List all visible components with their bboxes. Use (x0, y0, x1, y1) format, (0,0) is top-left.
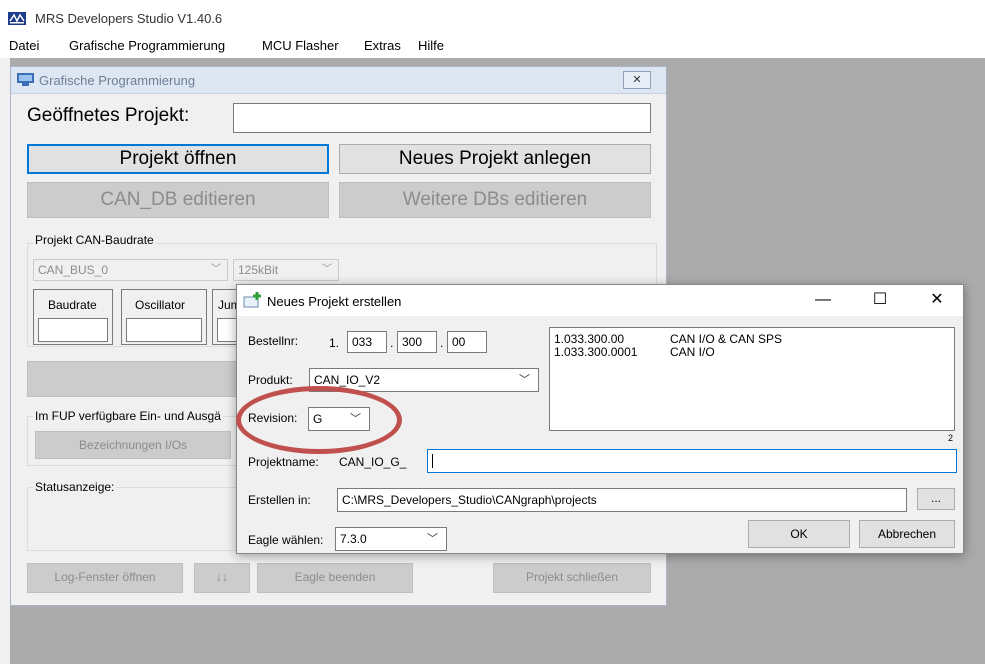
order-part2-input[interactable]: 300 (397, 331, 437, 353)
menu-datei[interactable]: Datei (9, 38, 39, 53)
oscillator-box: Oscillator (121, 289, 207, 345)
baudrate-combo-value: 125kBit (238, 263, 279, 277)
baudrate-value-field[interactable] (38, 318, 108, 342)
menu-hilfe[interactable]: Hilfe (418, 38, 444, 53)
workspace-left-edge (0, 58, 10, 664)
dialog-titlebar: Neues Projekt erstellen — ☐ ✕ (237, 285, 963, 316)
edit-more-dbs-button[interactable]: Weitere DBs editieren (339, 182, 651, 218)
text-cursor (432, 453, 433, 468)
product-combo-value: CAN_IO_V2 (314, 373, 381, 387)
open-project-button[interactable]: Projekt öffnen (27, 144, 329, 174)
menu-extras[interactable]: Extras (364, 38, 401, 53)
can-baudrate-group-title: Projekt CAN-Baudrate (33, 233, 156, 247)
create-in-label: Erstellen in: (248, 493, 311, 507)
list-item-code: 1.033.300.00 (554, 332, 625, 346)
eagle-version-value: 7.3.0 (340, 532, 367, 546)
list-item-code: 1.033.300.0001 (554, 345, 638, 359)
list-item-desc: CAN I/O (670, 345, 715, 359)
menu-grafische-programmierung[interactable]: Grafische Programmierung (69, 38, 225, 53)
order-number-label: Bestellnr: (248, 334, 299, 348)
baudrate-box-label: Baudrate (48, 298, 97, 312)
menu-mcu-flasher[interactable]: MCU Flasher (262, 38, 339, 53)
product-listbox[interactable]: 1.033.300.00 CAN I/O & CAN SPS 1.033.300… (549, 327, 955, 431)
io-group-title: Im FUP verfügbare Ein- und Ausgä (33, 409, 223, 423)
list-count: 2 (948, 433, 954, 443)
browse-button[interactable]: ... (917, 488, 955, 510)
window-app-icon (17, 73, 34, 86)
close-project-button[interactable]: Projekt schließen (493, 563, 651, 593)
close-icon[interactable]: ✕ (917, 289, 957, 311)
chevron-down-icon: ﹀ (427, 533, 438, 545)
quit-eagle-button[interactable]: Eagle beenden (257, 563, 413, 593)
project-name-prefix: CAN_IO_G_ (339, 455, 407, 469)
project-name-label: Projektname: (248, 455, 319, 469)
project-name-input[interactable] (427, 449, 957, 473)
can-bus-combo-value: CAN_BUS_0 (38, 263, 109, 277)
cancel-button[interactable]: Abbrechen (859, 520, 955, 548)
edit-can-db-button[interactable]: CAN_DB editieren (27, 182, 329, 218)
can-bus-combo[interactable]: CAN_BUS_0 ﹀ (33, 259, 228, 281)
order-part3-input[interactable]: 00 (447, 331, 487, 353)
baudrate-combo[interactable]: 125kBit ﹀ (233, 259, 339, 281)
app-menubar: Datei Grafische Programmierung MCU Flash… (0, 34, 985, 58)
highlight-circle (236, 386, 402, 454)
ok-button[interactable]: OK (748, 520, 850, 548)
eagle-version-combo[interactable]: 7.3.0 ﹀ (335, 527, 447, 551)
maximize-icon[interactable]: ☐ (860, 289, 900, 311)
order-dot-2: . (440, 336, 444, 350)
app-titlebar: MRS Developers Studio V1.40.6 (0, 0, 985, 34)
order-prefix: 1. (329, 336, 340, 350)
close-icon[interactable]: ✕ (623, 71, 651, 89)
open-log-button[interactable]: Log-Fenster öffnen (27, 563, 183, 593)
opened-project-field[interactable] (233, 103, 651, 133)
chevron-down-icon: ﹀ (322, 264, 332, 275)
order-part1-input[interactable]: 033 (347, 331, 387, 353)
inner-window-title: Grafische Programmierung (39, 73, 196, 88)
product-label: Produkt: (248, 373, 293, 387)
order-dot-1: . (390, 336, 394, 350)
oscillator-box-label: Oscillator (135, 298, 186, 312)
eagle-label: Eagle wählen: (248, 533, 324, 547)
opened-project-label: Geöffnetes Projekt: (27, 105, 190, 126)
app-title: MRS Developers Studio V1.40.6 (35, 11, 223, 26)
oscillator-value-field[interactable] (126, 318, 202, 342)
new-project-icon (243, 292, 261, 308)
app-logo-icon (8, 12, 26, 25)
status-group-title: Statusanzeige: (33, 480, 117, 494)
chevron-down-icon: ﹀ (519, 374, 530, 386)
create-in-path-input[interactable]: C:\MRS_Developers_Studio\CANgraph\projec… (337, 488, 907, 512)
io-names-button[interactable]: Bezeichnungen I/Os (35, 431, 231, 459)
dialog-title: Neues Projekt erstellen (267, 294, 402, 309)
chevron-down-icon: ﹀ (211, 264, 221, 275)
baudrate-box: Baudrate (33, 289, 113, 345)
minimize-icon[interactable]: — (803, 289, 843, 311)
new-project-button[interactable]: Neues Projekt anlegen (339, 144, 651, 174)
inner-window-titlebar: Grafische Programmierung ✕ (11, 67, 666, 94)
list-item-desc: CAN I/O & CAN SPS (670, 332, 783, 346)
collapse-arrows-button[interactable]: ↓↓ (194, 563, 250, 593)
